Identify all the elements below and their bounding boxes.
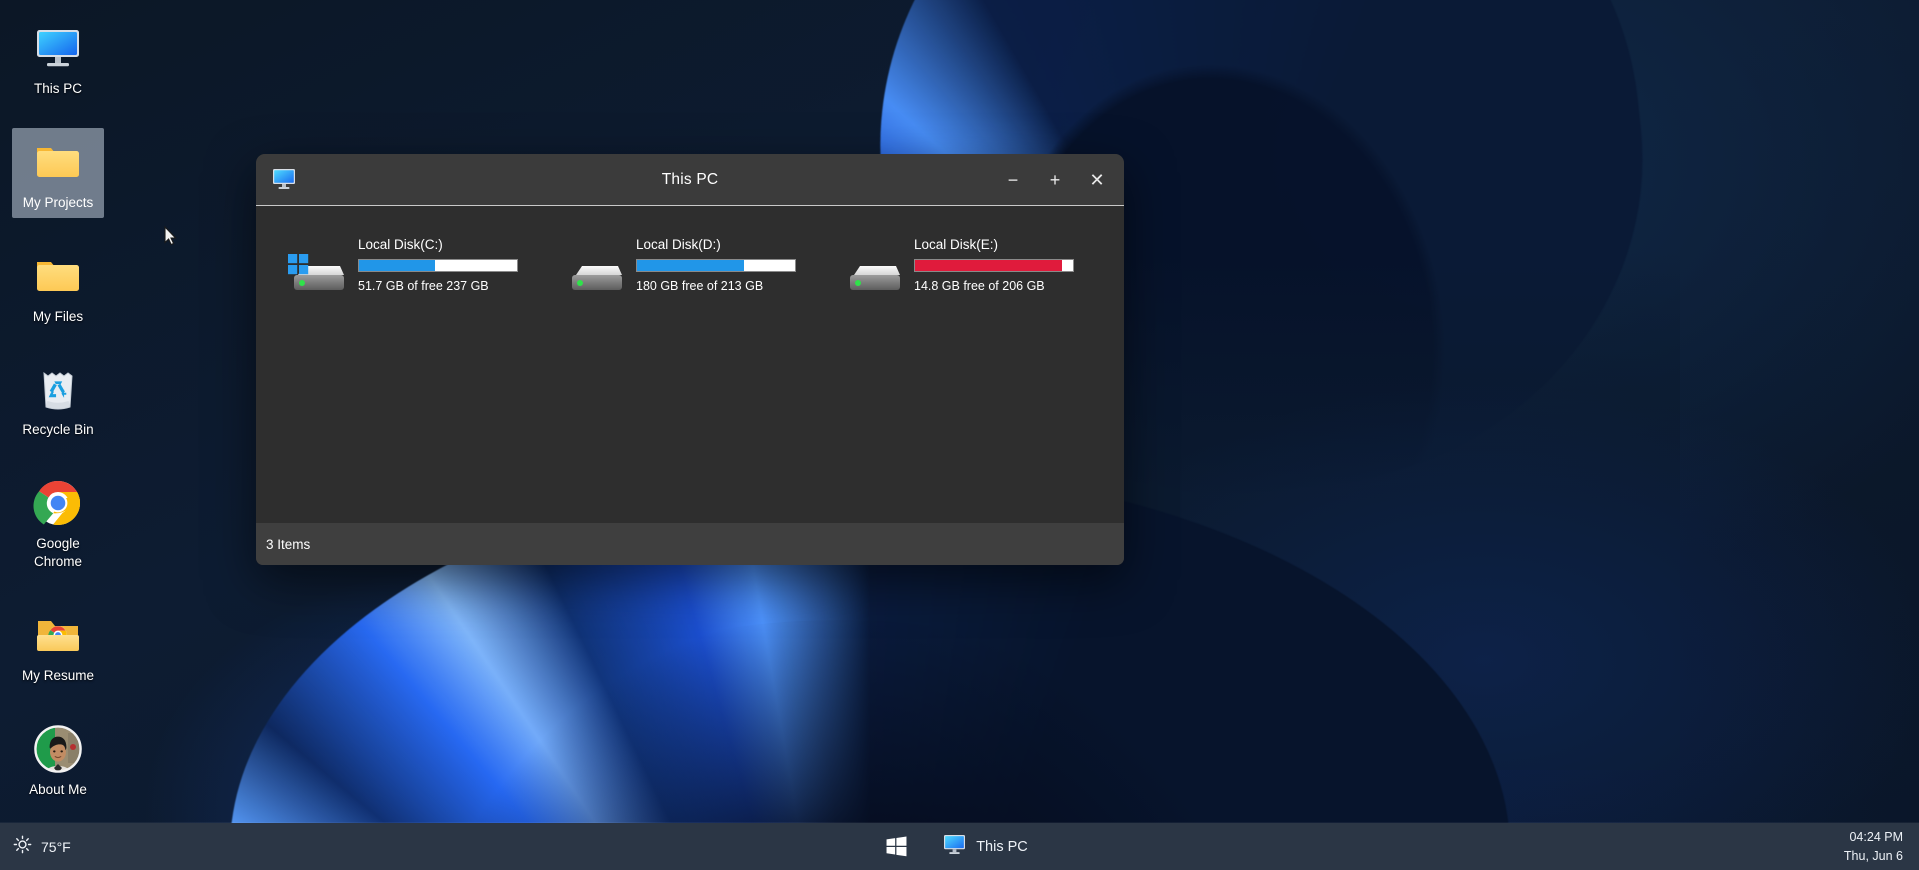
drive-info: Local Disk(C:) 51.7 GB of free 237 GB <box>358 237 518 293</box>
desktop-icon-label: This PC <box>33 81 82 96</box>
folder-chrome-icon <box>32 609 84 661</box>
windows-start-icon[interactable] <box>881 832 911 862</box>
folder-icon <box>32 250 84 302</box>
minimize-button[interactable]: − <box>992 160 1034 200</box>
window-content-area: Local Disk(C:) 51.7 GB of free 237 GB Lo… <box>256 207 1124 523</box>
drive-usage-text: 14.8 GB free of 206 GB <box>914 279 1045 293</box>
item-count-label: 3 Items <box>266 536 311 552</box>
drive-info: Local Disk(D:) 180 GB free of 213 GB <box>636 237 796 293</box>
maximize-button[interactable]: + <box>1034 160 1076 200</box>
windows-logo-badge <box>288 254 309 275</box>
drive-item-c[interactable]: Local Disk(C:) 51.7 GB of free 237 GB <box>286 237 564 299</box>
drive-usage-bar <box>914 259 1074 272</box>
hard-drive-icon <box>286 253 346 299</box>
clock-date: Thu, Jun 6 <box>1843 848 1903 863</box>
monitor-icon <box>943 834 966 860</box>
close-button[interactable]: ✕ <box>1076 160 1118 200</box>
desktop-icon-my-projects[interactable]: My Projects <box>12 127 177 246</box>
taskbar-center-group: This PC <box>0 830 1919 864</box>
drive-usage-bar <box>636 259 796 272</box>
desktop-icon-my-files[interactable]: My Files <box>12 242 104 332</box>
drive-item-d[interactable]: Local Disk(D:) 180 GB free of 213 GB <box>564 237 842 299</box>
this-pc-window[interactable]: This PC − + ✕ Local Disk(C:) 51.7 GB of … <box>256 154 1124 565</box>
drive-usage-fill <box>359 260 435 271</box>
mouse-cursor <box>164 225 178 246</box>
drive-name: Local Disk(D:) <box>636 237 721 252</box>
drive-name: Local Disk(E:) <box>914 237 999 252</box>
hard-drive-icon <box>842 253 902 299</box>
drive-list: Local Disk(C:) 51.7 GB of free 237 GB Lo… <box>256 237 1124 299</box>
drive-info: Local Disk(E:) 14.8 GB free of 206 GB <box>914 237 1074 293</box>
desktop-icon-label: My Files <box>32 308 84 324</box>
desktop-icon-label: About Me <box>29 781 87 797</box>
window-titlebar[interactable]: This PC − + ✕ <box>256 154 1124 206</box>
desktop-icon-this-pc[interactable]: This PC <box>12 14 104 104</box>
wallpaper-glow-right <box>1180 380 1919 870</box>
taskbar-clock[interactable]: 04:24 PM Thu, Jun 6 <box>1844 828 1903 864</box>
hard-drive-icon <box>564 253 624 299</box>
monitor-icon <box>272 168 296 190</box>
chrome-icon <box>32 477 84 529</box>
desktop-icon-label: Recycle Bin <box>22 422 94 438</box>
taskbar-item-label: This PC <box>976 838 1028 855</box>
monitor-icon <box>32 22 84 74</box>
desktop-icon-grid: This PC My Projects My Files Recycle Bin… <box>6 14 186 829</box>
drive-usage-bar <box>358 259 518 272</box>
desktop-icon-google-chrome[interactable]: Google Chrome <box>12 469 104 577</box>
desktop-icon-label: My Projects <box>22 194 94 210</box>
desktop-icon-label: My Resume <box>21 667 94 683</box>
folder-icon <box>32 136 84 188</box>
clock-time: 04:24 PM <box>1849 830 1903 845</box>
window-statusbar: 3 Items <box>256 523 1124 565</box>
drive-item-e[interactable]: Local Disk(E:) 14.8 GB free of 206 GB <box>842 237 1120 299</box>
window-controls: − + ✕ <box>992 154 1118 206</box>
taskbar[interactable]: 75°F This PC 04:24 PM Thu, Jun 6 <box>0 823 1919 870</box>
desktop-icon-about-me[interactable]: About Me <box>12 715 104 805</box>
taskbar-item-this-pc[interactable]: This PC <box>937 830 1038 864</box>
desktop-icon-label: Google Chrome <box>33 536 82 570</box>
desktop-icon-my-resume[interactable]: My Resume <box>12 601 104 691</box>
recycle-bin-icon <box>32 363 84 415</box>
drive-usage-text: 51.7 GB of free 237 GB <box>358 279 489 293</box>
drive-usage-text: 180 GB free of 213 GB <box>636 279 764 293</box>
avatar-photo-icon <box>32 723 84 775</box>
drive-usage-fill <box>915 260 1062 271</box>
desktop-icon-recycle-bin[interactable]: Recycle Bin <box>12 355 104 445</box>
drive-name: Local Disk(C:) <box>358 237 443 252</box>
drive-usage-fill <box>637 260 745 271</box>
